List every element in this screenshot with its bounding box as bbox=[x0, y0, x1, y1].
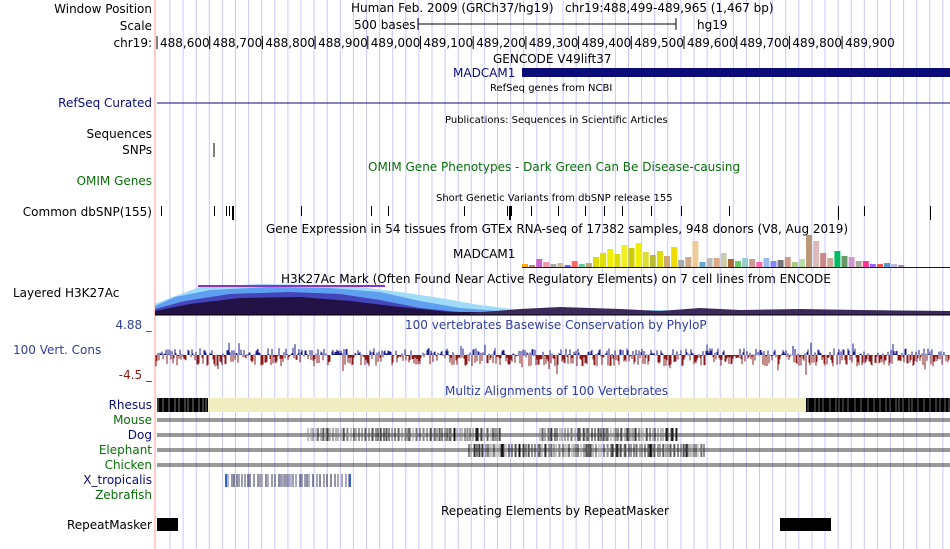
gtex-tissue-bar bbox=[529, 265, 536, 267]
dbsnp-mark bbox=[585, 206, 586, 216]
gtex-tissue-bar bbox=[685, 257, 692, 267]
dbsnp-mark bbox=[604, 206, 605, 216]
gtex-tissue-bar bbox=[614, 254, 621, 267]
gtex-tissue-bar bbox=[898, 265, 905, 267]
gtex-tissue-bar bbox=[720, 253, 727, 267]
dbsnp-mark bbox=[838, 206, 839, 220]
gtex-tissue-bar bbox=[649, 255, 656, 267]
gtex-tissue-bar bbox=[671, 247, 678, 267]
gtex-tissue-bar bbox=[642, 252, 649, 267]
gtex-tissue-bar bbox=[727, 259, 734, 267]
dbsnp-mark bbox=[864, 206, 865, 216]
dbsnp-mark bbox=[226, 206, 227, 216]
gtex-tissue-bar bbox=[820, 253, 827, 267]
gene-feature bbox=[522, 68, 950, 77]
dbsnp-mark bbox=[464, 206, 465, 216]
gtex-tissue-bar bbox=[855, 261, 862, 267]
gtex-tissue-bar bbox=[749, 259, 756, 267]
gtex-tissue-bar bbox=[848, 257, 855, 267]
dbsnp-mark bbox=[651, 206, 652, 216]
gtex-tissue-bar bbox=[791, 262, 798, 267]
gtex-tissue-bar bbox=[692, 241, 699, 267]
dbsnp-mark bbox=[558, 206, 559, 216]
gtex-tissue-bar bbox=[869, 264, 876, 267]
dbsnp-mark bbox=[509, 206, 511, 220]
repeat-element bbox=[780, 518, 831, 531]
gtex-tissue-bar bbox=[564, 265, 571, 267]
dbsnp-mark bbox=[507, 206, 508, 216]
gtex-tissue-bar bbox=[827, 258, 834, 267]
gtex-tissue-bar bbox=[522, 264, 528, 267]
gtex-tissue-bar bbox=[884, 263, 891, 267]
gtex-tissue-bar bbox=[571, 261, 578, 267]
dbsnp-mark bbox=[930, 206, 931, 220]
gtex-tissue-bar bbox=[699, 262, 706, 267]
gtex-tissue-bar bbox=[635, 243, 642, 267]
rhesus-block bbox=[806, 398, 950, 412]
dbsnp-mark bbox=[232, 206, 234, 220]
gtex-tissue-bar bbox=[550, 264, 557, 267]
dbsnp-mark bbox=[161, 206, 162, 216]
gtex-tissue-bar bbox=[798, 259, 805, 267]
gtex-tissue-bar bbox=[713, 258, 720, 267]
track-graphics[interactable] bbox=[0, 0, 950, 549]
gtex-tissue-bar bbox=[862, 261, 869, 267]
gtex-tissue-bar bbox=[891, 264, 898, 267]
dbsnp-mark bbox=[531, 206, 532, 216]
gtex-tissue-bar bbox=[578, 264, 585, 267]
gtex-tissue-bar bbox=[536, 259, 543, 267]
gtex-tissue-bar bbox=[607, 249, 614, 267]
gtex-tissue-bar bbox=[813, 241, 820, 267]
dbsnp-mark bbox=[214, 206, 215, 216]
dbsnp-mark bbox=[301, 206, 302, 216]
gtex-tissue-bar bbox=[557, 263, 564, 267]
gtex-tissue-bar bbox=[841, 256, 848, 267]
rhesus-block bbox=[157, 398, 208, 412]
gtex-tissue-bar bbox=[600, 253, 607, 267]
gtex-tissue-bar bbox=[756, 262, 763, 267]
repeat-element bbox=[157, 518, 178, 531]
dbsnp-mark bbox=[388, 206, 389, 216]
gtex-tissue-bar bbox=[628, 248, 635, 267]
gtex-tissue-bar bbox=[543, 262, 550, 267]
gtex-tissue-bar bbox=[806, 235, 812, 267]
gtex-tissue-bar bbox=[585, 263, 592, 267]
gtex-tissue-bar bbox=[763, 258, 770, 267]
dbsnp-mark bbox=[371, 206, 372, 216]
gtex-tissue-bar bbox=[593, 257, 599, 267]
gtex-tissue-bar bbox=[777, 260, 784, 267]
dbsnp-mark bbox=[622, 206, 623, 216]
gtex-tissue-bar bbox=[664, 256, 670, 267]
gtex-tissue-bar bbox=[735, 261, 741, 267]
dbsnp-mark bbox=[681, 206, 682, 216]
dbsnp-mark bbox=[511, 206, 512, 216]
rhesus-gap bbox=[208, 398, 806, 412]
gtex-tissue-bar bbox=[742, 258, 749, 267]
gtex-tissue-bar bbox=[621, 245, 628, 267]
gtex-tissue-bar bbox=[706, 258, 713, 267]
gtex-tissue-bar bbox=[784, 257, 791, 267]
gtex-tissue-bar bbox=[877, 264, 883, 267]
dbsnp-mark bbox=[229, 206, 230, 216]
gtex-tissue-bar bbox=[656, 251, 663, 267]
dbsnp-mark bbox=[729, 206, 730, 216]
gtex-tissue-bar bbox=[834, 251, 841, 267]
gtex-tissue-bar bbox=[678, 260, 685, 267]
h3k27ac-layer bbox=[470, 307, 950, 315]
gtex-tissue-bar bbox=[770, 261, 777, 267]
